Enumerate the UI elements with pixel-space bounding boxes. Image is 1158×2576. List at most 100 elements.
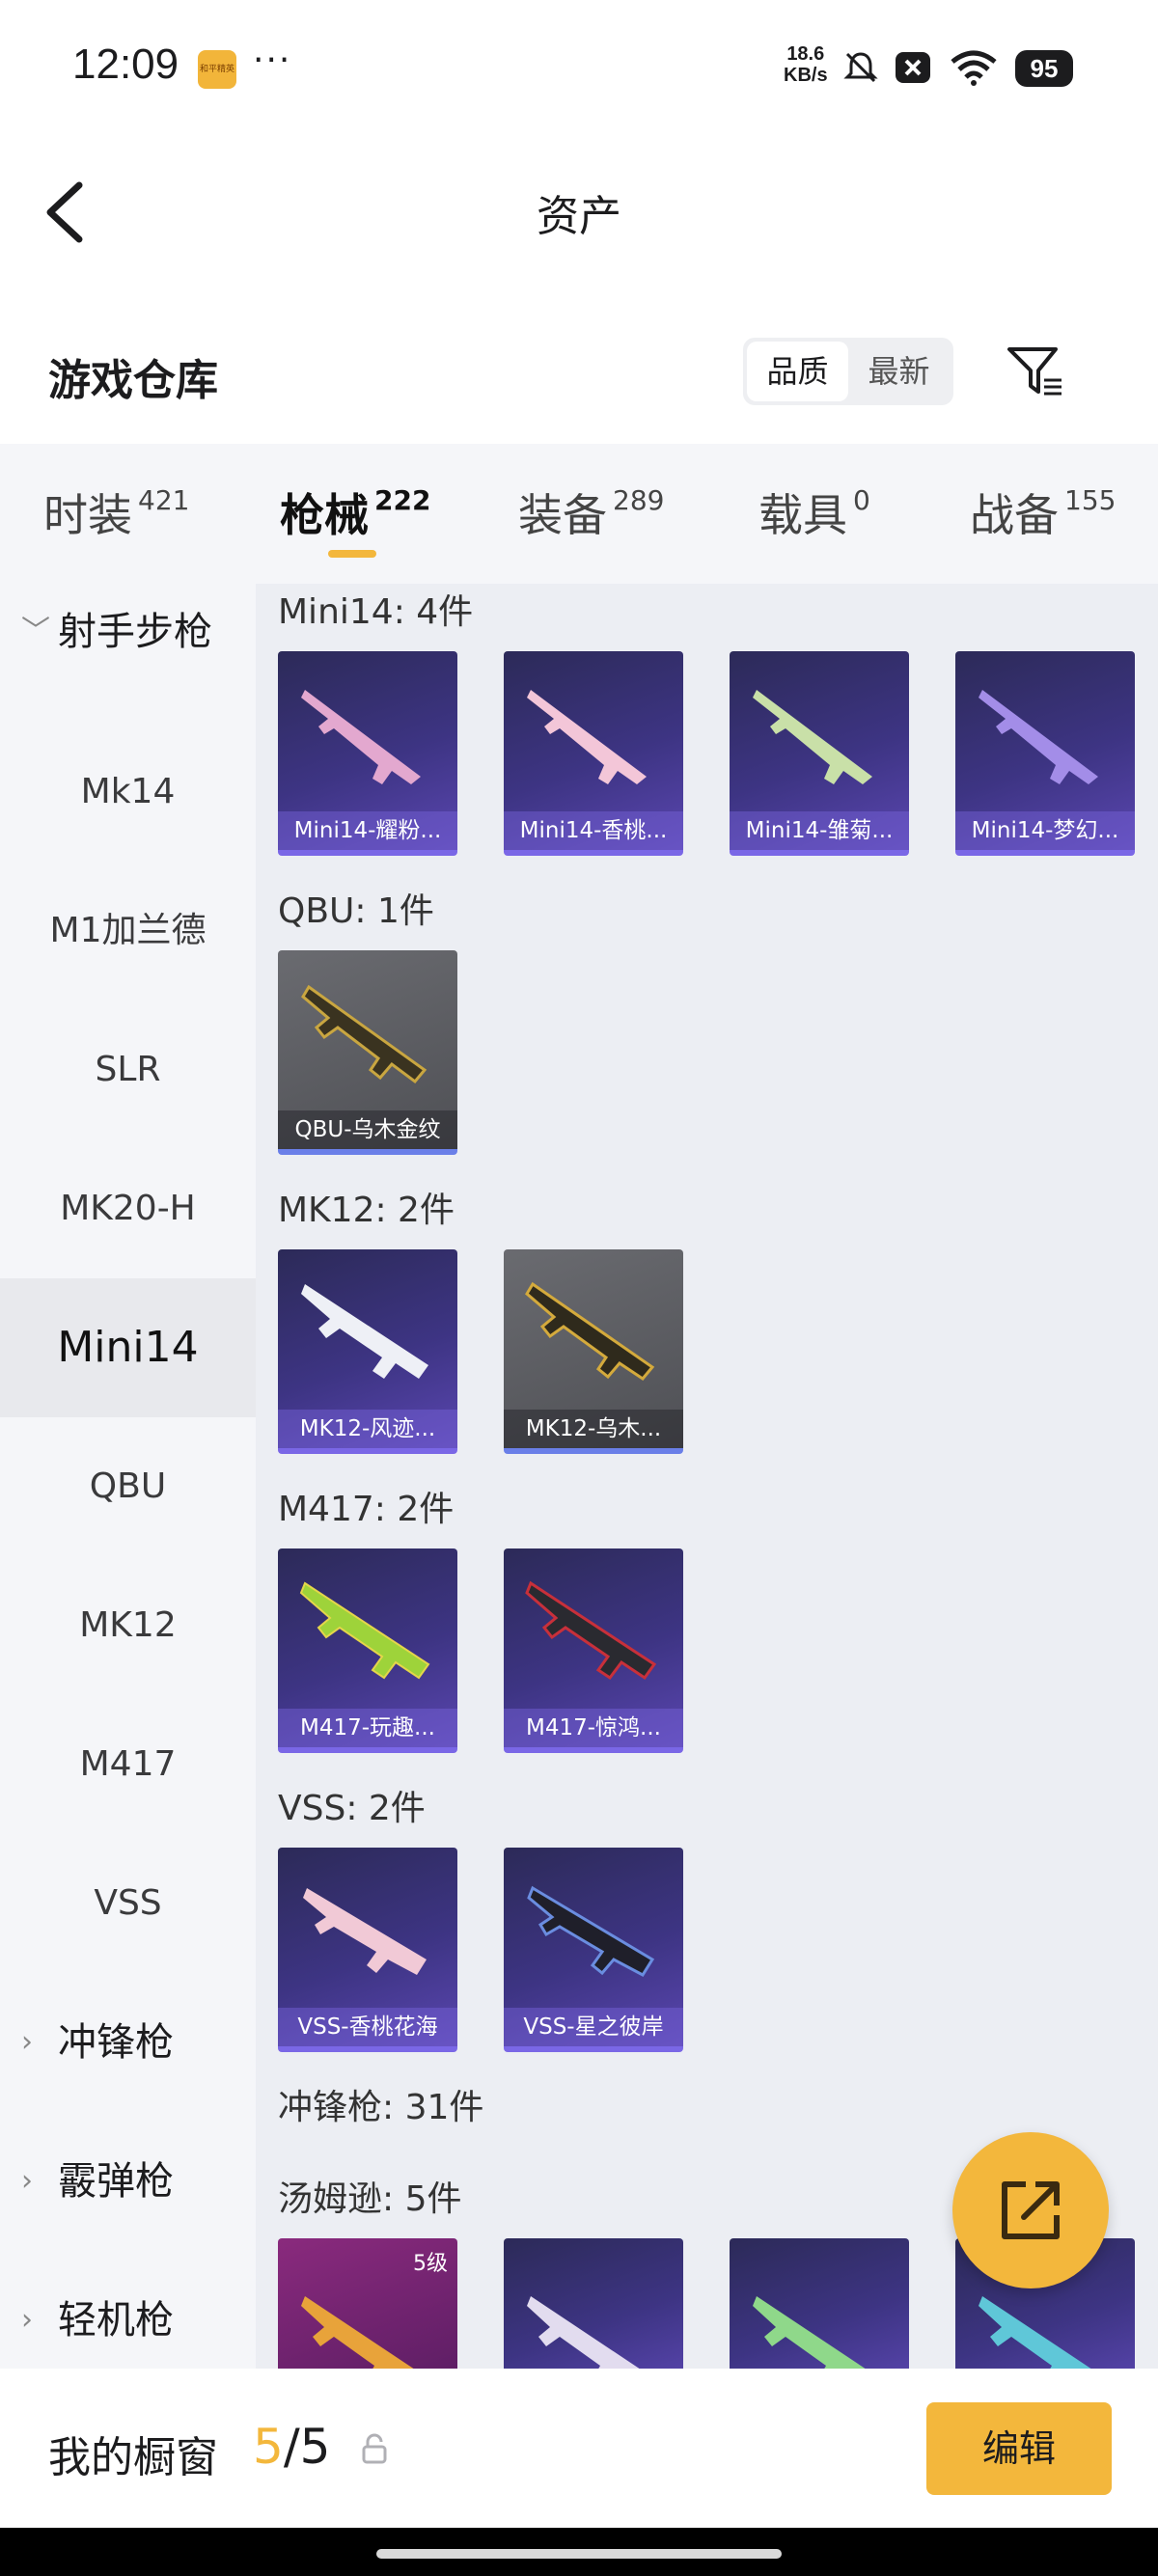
rifle-icon <box>299 1581 430 1680</box>
showcase-count: 5/5 <box>253 2419 330 2475</box>
weapon-name: QBU-乌木金纹 <box>278 1110 457 1149</box>
tab-count: 0 <box>853 484 870 516</box>
weapon-name: M417-玩趣... <box>278 1709 457 1747</box>
weapon-name: M417-惊鸿... <box>504 1709 683 1747</box>
sidebar-item-qbu[interactable]: QBU <box>0 1417 256 1556</box>
tab-equipment[interactable]: 装备 289 <box>518 480 664 544</box>
tab-costume[interactable]: 时装 421 <box>43 480 189 544</box>
weapon-name: Mini14-耀粉... <box>278 811 457 850</box>
weapon-skin-grid: Mini14: 4件 Mini14-耀粉... Mini14-香桃... Min… <box>256 584 1158 2369</box>
sidebar-item-mk12[interactable]: MK12 <box>0 1556 256 1695</box>
tab-combat-supplies[interactable]: 战备 155 <box>970 480 1116 544</box>
tab-label: 时装 <box>43 489 132 541</box>
weapon-name: Mini14-雏菊... <box>730 811 909 850</box>
showcase-separator: / <box>283 2419 300 2475</box>
weapon-type-sidebar: ﹀ 射手步枪 Mk14 M1加兰德 SLR MK20-H Mini14 QBU … <box>0 584 256 2369</box>
tab-count: 222 <box>374 484 431 516</box>
mute-bell-icon <box>843 52 878 83</box>
section-title: MK12: 2件 <box>278 1191 455 1230</box>
showcase-total: 5 <box>299 2419 331 2475</box>
sidebar-group-shotgun[interactable]: › 霰弹枪 <box>0 2112 256 2251</box>
weapon-card[interactable]: Mini14-雏菊... <box>730 651 909 856</box>
chevron-right-icon: › <box>21 2164 33 2198</box>
tab-count: 421 <box>138 484 190 516</box>
tab-label: 战备 <box>970 489 1059 541</box>
sort-toggle: 品质 最新 <box>743 338 953 405</box>
section-title: 汤姆逊: 5件 <box>278 2179 462 2219</box>
weapon-card[interactable]: Mini14-耀粉... <box>278 651 457 856</box>
rifle-icon <box>525 1580 657 1681</box>
edit-button[interactable]: 编辑 <box>926 2402 1112 2495</box>
section-title: VSS: 2件 <box>278 1789 426 1828</box>
category-tabs: 时装 421 枪械 222 装备 289 载具 0 战备 155 <box>0 444 1158 584</box>
weapon-card[interactable]: MK12-风迹... <box>278 1249 457 1454</box>
weapon-card[interactable]: Mini14-香桃... <box>504 651 683 856</box>
weapon-card[interactable]: QBU-乌木金纹 <box>278 950 457 1155</box>
weapon-card[interactable] <box>504 2238 683 2369</box>
sidebar-item-m417[interactable]: M417 <box>0 1695 256 1834</box>
sidebar-item-mk20h[interactable]: MK20-H <box>0 1139 256 1278</box>
page-title: 资产 <box>537 192 621 241</box>
gesture-navigation-bar <box>0 2528 1158 2576</box>
tab-count: 155 <box>1064 484 1117 516</box>
tab-label: 枪械 <box>280 489 369 541</box>
showcase-current: 5 <box>253 2419 284 2475</box>
sidebar-item-mini14[interactable]: Mini14 <box>0 1278 256 1417</box>
sidebar-item-slr[interactable]: SLR <box>0 1000 256 1139</box>
weapon-card[interactable] <box>730 2238 909 2369</box>
weapon-name: VSS-香桃花海 <box>278 2008 457 2046</box>
chevron-down-icon: ﹀ <box>21 615 50 648</box>
tab-vehicles[interactable]: 载具 0 <box>758 480 870 544</box>
sidebar-item-m1-garand[interactable]: M1加兰德 <box>0 862 256 1000</box>
sidebar-group-label: 射手步枪 <box>58 610 212 654</box>
tab-firearms[interactable]: 枪械 222 <box>280 480 430 544</box>
weapon-card[interactable]: VSS-香桃花海 <box>278 1848 457 2052</box>
lock-icon <box>362 2433 387 2464</box>
showcase-bar: 我的橱窗 5/5 编辑 <box>0 2369 1158 2528</box>
rifle-icon <box>303 1888 427 1975</box>
sidebar-group-label: 轻机枪 <box>58 2298 174 2343</box>
rifle-icon <box>301 984 427 1084</box>
section-title: 冲锋枪: 31件 <box>278 2088 484 2127</box>
header: 资产 <box>0 135 1158 289</box>
section-title: M417: 2件 <box>278 1490 455 1529</box>
network-speed-unit: KB/s <box>784 65 828 86</box>
section-title: QBU: 1件 <box>278 891 434 931</box>
weapon-card[interactable]: Mini14-梦幻... <box>955 651 1135 856</box>
weapon-card[interactable]: M417-玩趣... <box>278 1548 457 1753</box>
sidebar-group-label: 霰弹枪 <box>58 2159 174 2204</box>
warehouse-bar: 游戏仓库 品质 最新 <box>0 318 1158 425</box>
rifle-icon <box>301 2296 414 2369</box>
rifle-icon <box>525 1281 655 1381</box>
sidebar-group-label: 冲锋枪 <box>58 2020 174 2065</box>
sidebar-group-marksman-rifles[interactable]: ﹀ 射手步枪 <box>0 584 256 701</box>
active-tab-indicator <box>328 550 376 558</box>
more-notifications-icon: ··· <box>253 41 292 80</box>
sidebar-item-vss[interactable]: VSS <box>0 1834 256 1973</box>
weapon-card[interactable]: VSS-星之彼岸 <box>504 1848 683 2052</box>
share-button[interactable] <box>952 2132 1109 2288</box>
weapon-card[interactable]: M417-惊鸿... <box>504 1548 683 1753</box>
sidebar-group-smg[interactable]: › 冲锋枪 <box>0 1973 256 2112</box>
sort-by-quality-button[interactable]: 品质 <box>747 342 848 401</box>
chevron-right-icon: › <box>21 2025 33 2059</box>
weapon-name: MK12-乌木... <box>504 1410 683 1448</box>
network-speed-value: 18.6 <box>786 43 825 65</box>
filter-icon[interactable] <box>1004 342 1065 403</box>
rifle-icon <box>527 2296 640 2369</box>
weapon-card[interactable]: 5级 <box>278 2238 457 2369</box>
rifle-icon <box>979 2296 1091 2369</box>
weapon-name: VSS-星之彼岸 <box>504 2008 683 2046</box>
weapon-name: Mini14-香桃... <box>504 811 683 850</box>
weapon-card[interactable]: MK12-乌木... <box>504 1249 683 1454</box>
rifle-icon <box>301 1284 428 1379</box>
rifle-icon <box>527 690 647 784</box>
rifle-icon <box>527 1885 655 1977</box>
sort-by-newest-button[interactable]: 最新 <box>848 342 950 401</box>
tab-label: 载具 <box>758 489 847 541</box>
sidebar-item-mk14[interactable]: Mk14 <box>0 723 256 862</box>
no-sim-icon <box>896 52 930 83</box>
home-indicator[interactable] <box>376 2549 782 2559</box>
status-bar: 12:09 和平精英 ··· 18.6 KB/s 95 <box>0 0 1158 135</box>
sidebar-group-lmg[interactable]: › 轻机枪 <box>0 2251 256 2369</box>
